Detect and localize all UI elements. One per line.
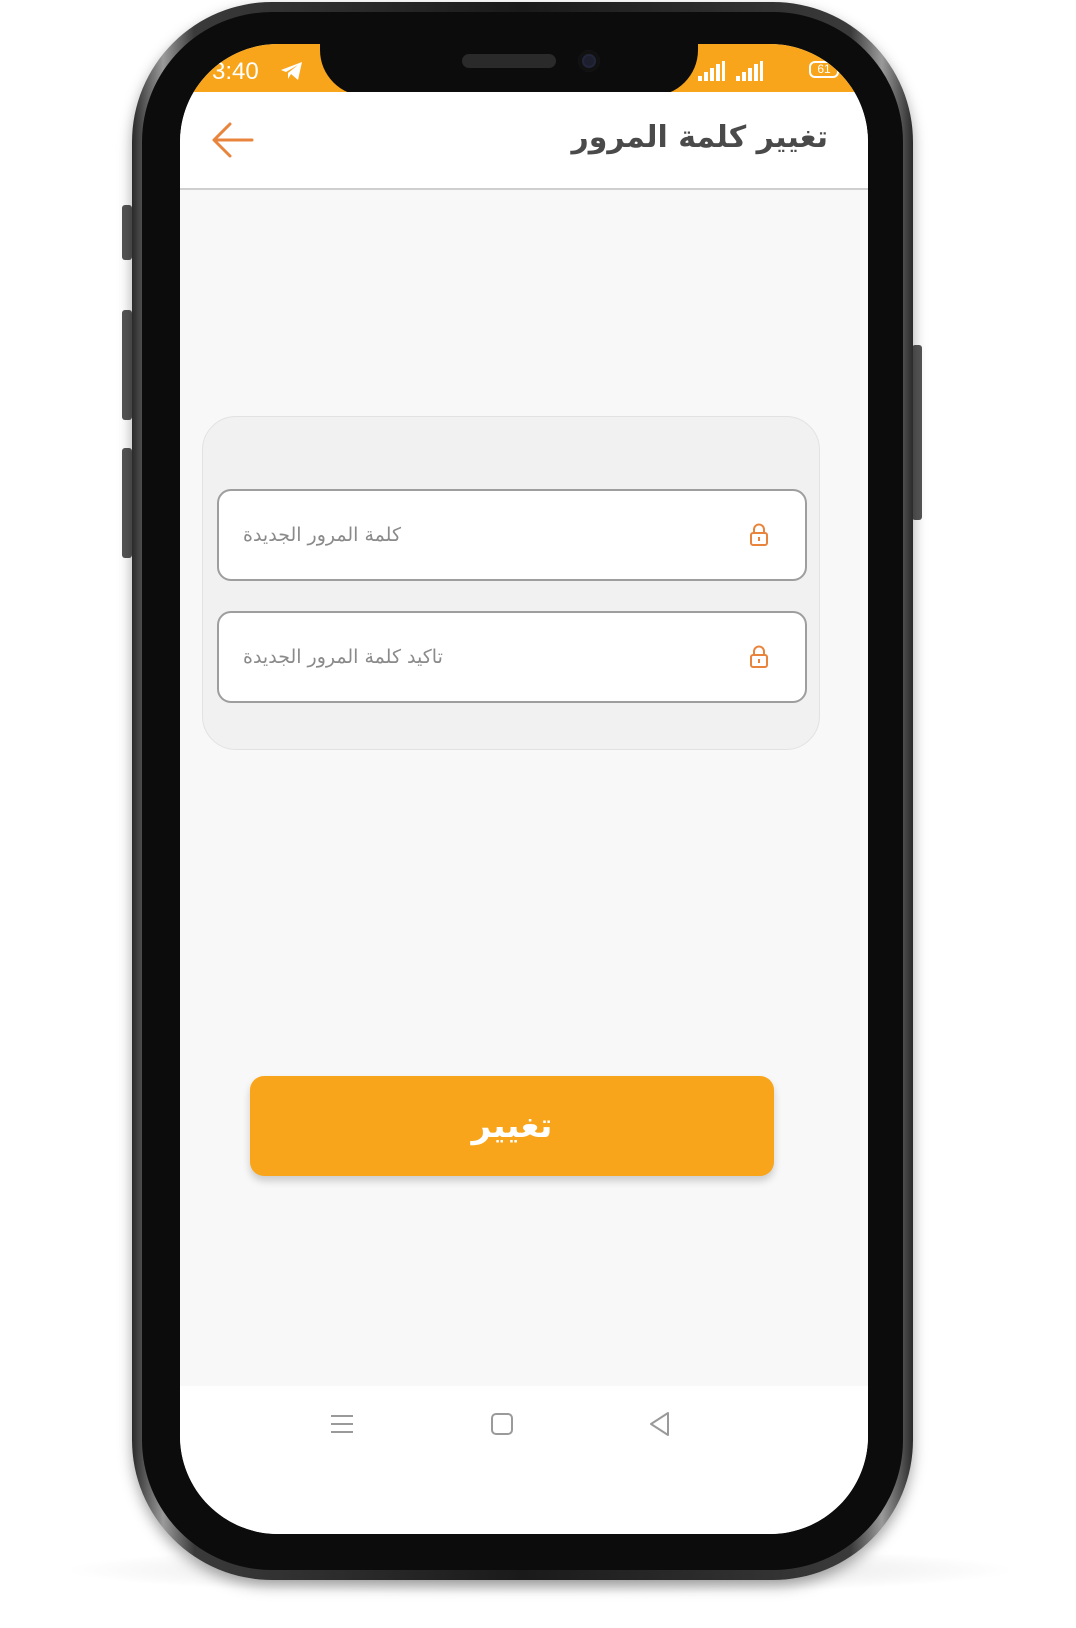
lock-icon: [750, 645, 768, 668]
app-bar: تغيير كلمة المرور: [180, 92, 868, 190]
silent-switch: [122, 205, 132, 260]
signal-icon: [698, 61, 725, 81]
battery-icon: 61: [809, 61, 842, 78]
lock-icon: [750, 523, 768, 546]
power-button: [912, 345, 922, 520]
front-camera: [578, 50, 600, 72]
new-password-field[interactable]: كلمة المرور الجديدة: [217, 489, 807, 581]
change-password-button[interactable]: تغيير: [250, 1076, 774, 1176]
status-time: 3:40: [212, 58, 259, 85]
battery-level: 61: [817, 62, 831, 76]
app-screen: 3:40 61 تغيير كلمة المرور كلمة المرور ال…: [180, 44, 868, 1534]
home-square-icon[interactable]: [488, 1410, 516, 1438]
camera-notch: [320, 44, 698, 96]
telegram-icon: [281, 62, 302, 80]
confirm-password-field[interactable]: تاكيد كلمة المرور الجديدة: [217, 611, 807, 703]
back-triangle-icon[interactable]: [646, 1410, 674, 1438]
confirm-password-placeholder: تاكيد كلمة المرور الجديدة: [243, 646, 443, 668]
new-password-placeholder: كلمة المرور الجديدة: [243, 524, 401, 546]
password-form-card: كلمة المرور الجديدة تاكيد كلمة المرور ال…: [202, 416, 820, 750]
speaker-grille: [462, 54, 556, 68]
page-title: تغيير كلمة المرور: [571, 120, 828, 155]
menu-icon[interactable]: [328, 1410, 356, 1438]
signal-icon: [736, 61, 763, 81]
arrow-left-icon[interactable]: [210, 120, 254, 160]
volume-down-button: [122, 448, 132, 558]
change-password-button-label: تغيير: [471, 1106, 553, 1146]
volume-up-button: [122, 310, 132, 420]
system-nav-bar: [180, 1386, 868, 1534]
